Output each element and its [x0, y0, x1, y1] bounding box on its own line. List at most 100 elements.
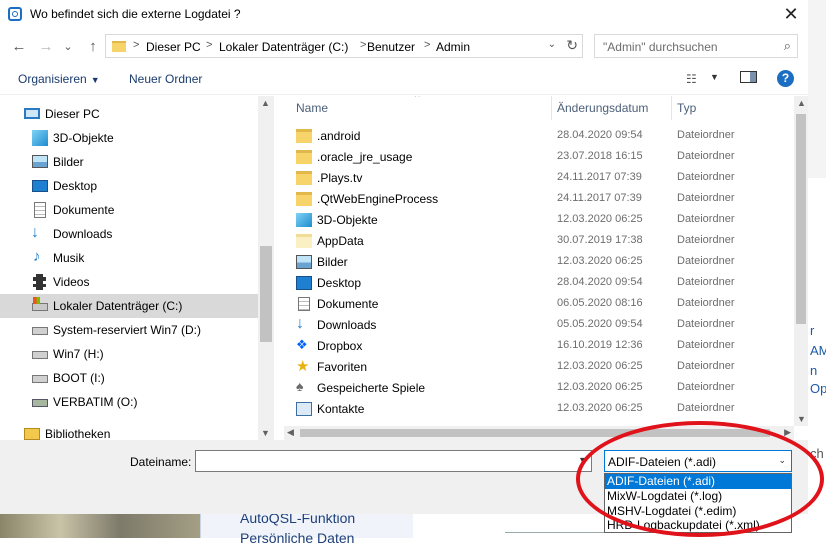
new-folder-button[interactable]: Neuer Ordner: [129, 72, 202, 86]
sidebar-item-downloads[interactable]: ↓ Downloads: [0, 222, 258, 246]
sidebar-item-videos[interactable]: Videos: [0, 270, 258, 294]
file-row[interactable]: Desktop 28.04.2020 09:54 Dateiordner: [284, 273, 794, 294]
file-row[interactable]: Kontakte 12.03.2020 06:25 Dateiordner: [284, 399, 794, 420]
back-button[interactable]: ←: [9, 37, 29, 57]
scroll-thumb[interactable]: [260, 246, 272, 342]
refresh-button[interactable]: ↻: [566, 37, 578, 54]
scroll-thumb[interactable]: [796, 114, 806, 324]
sidebar-item-label: System-reserviert Win7 (D:): [53, 323, 202, 337]
address-bar[interactable]: > Dieser PC > Lokaler Datenträger (C:) >…: [105, 34, 583, 58]
sidebar-item-win7-h[interactable]: Win7 (H:): [0, 342, 258, 366]
file-row[interactable]: .Plays.tv 24.11.2017 07:39 Dateiordner: [284, 168, 794, 189]
sidebar-item-local-disk-c[interactable]: Lokaler Datenträger (C:): [0, 294, 258, 318]
breadcrumb-this-pc[interactable]: Dieser PC: [146, 40, 201, 54]
forward-button[interactable]: →: [36, 37, 56, 57]
navigation-scrollbar[interactable]: ▲ ▼: [258, 96, 274, 440]
sidebar-item-music[interactable]: ♪ Musik: [0, 246, 258, 270]
file-name: .oracle_jre_usage: [317, 150, 413, 164]
sidebar-item-3d-objects[interactable]: 3D-Objekte: [0, 126, 258, 150]
scroll-down-arrow[interactable]: ▼: [797, 414, 806, 424]
background-image: [0, 514, 200, 538]
breadcrumb-admin[interactable]: Admin: [436, 40, 470, 54]
sidebar-item-libraries[interactable]: Bibliotheken: [0, 422, 258, 440]
file-row[interactable]: Dokumente 06.05.2020 08:16 Dateiordner: [284, 294, 794, 315]
file-type: Dateiordner: [677, 213, 735, 225]
column-divider[interactable]: [551, 96, 552, 120]
change-view-button[interactable]: ☷: [686, 72, 697, 86]
sidebar-item-desktop[interactable]: Desktop: [0, 174, 258, 198]
file-row[interactable]: .android 28.04.2020 09:54 Dateiordner: [284, 126, 794, 147]
file-row[interactable]: AppData 30.07.2019 17:38 Dateiordner: [284, 231, 794, 252]
file-date: 24.11.2017 07:39: [557, 192, 642, 204]
column-divider[interactable]: [671, 96, 672, 120]
file-row[interactable]: ❖ Dropbox 16.10.2019 12:36 Dateiordner: [284, 336, 794, 357]
scroll-right-arrow[interactable]: ▶: [784, 427, 791, 438]
file-row[interactable]: 3D-Objekte 12.03.2020 06:25 Dateiordner: [284, 210, 794, 231]
download-icon: ↓: [31, 224, 39, 241]
scroll-up-arrow[interactable]: ▲: [797, 98, 806, 108]
sidebar-item-system-reserved-d[interactable]: System-reserviert Win7 (D:): [0, 318, 258, 342]
address-history-dropdown[interactable]: ⌄: [548, 39, 556, 50]
sidebar-item-documents[interactable]: Dokumente: [0, 198, 258, 222]
scroll-thumb[interactable]: [300, 429, 770, 437]
help-button[interactable]: ?: [777, 70, 794, 87]
file-row[interactable]: ★ Favoriten 12.03.2020 06:25 Dateiordner: [284, 357, 794, 378]
preview-pane-button[interactable]: [740, 71, 757, 83]
file-name: Dropbox: [317, 339, 363, 353]
scroll-left-arrow[interactable]: ◀: [287, 427, 294, 438]
organize-menu-button[interactable]: Organisieren ▼: [18, 72, 100, 86]
background-text: ch: [810, 446, 824, 461]
sidebar-item-this-pc[interactable]: Dieser PC: [0, 102, 258, 126]
drive-icon: [32, 303, 48, 311]
chevron-down-icon: ▼: [90, 75, 100, 85]
sidebar-item-boot-i[interactable]: BOOT (I:): [0, 366, 258, 390]
column-header-type[interactable]: Typ: [677, 101, 696, 115]
file-type-option[interactable]: MSHV-Logdatei (*.edim): [605, 504, 791, 519]
column-header-name[interactable]: Name: [296, 101, 328, 115]
dialog-title: Wo befindet sich die externe Logdatei ?: [30, 7, 241, 21]
file-date: 12.03.2020 06:25: [557, 213, 643, 225]
sidebar-item-label: 3D-Objekte: [53, 131, 114, 145]
file-row[interactable]: .oracle_jre_usage 23.07.2018 16:15 Datei…: [284, 147, 794, 168]
file-list-horizontal-scrollbar[interactable]: ◀ ▶: [284, 426, 794, 440]
file-row[interactable]: .QtWebEngineProcess 24.11.2017 07:39 Dat…: [284, 189, 794, 210]
usb-drive-icon: [32, 399, 48, 407]
chevron-down-icon[interactable]: ▼: [578, 455, 587, 465]
up-button[interactable]: ↑: [83, 37, 103, 57]
breadcrumb-users[interactable]: Benutzer: [367, 40, 415, 54]
file-date: 28.04.2020 09:54: [557, 276, 643, 288]
file-date: 30.07.2019 17:38: [557, 234, 643, 246]
folder-icon: [296, 192, 312, 206]
sidebar-item-verbatim-o[interactable]: VERBATIM (O:): [0, 390, 258, 414]
recent-locations-dropdown[interactable]: ⌄: [58, 37, 78, 57]
file-row[interactable]: Bilder 12.03.2020 06:25 Dateiordner: [284, 252, 794, 273]
file-date: 12.03.2020 06:25: [557, 255, 643, 267]
file-type-option[interactable]: MixW-Logdatei (*.log): [605, 489, 791, 504]
navigation-pane: Dieser PC 3D-Objekte Bilder Desktop Doku…: [0, 96, 274, 440]
music-icon: ♪: [33, 248, 41, 265]
file-date: 16.10.2019 12:36: [557, 339, 643, 351]
column-header-date[interactable]: Änderungsdatum: [557, 101, 648, 115]
search-input[interactable]: "Admin" durchsuchen ⌕: [594, 34, 798, 58]
file-date: 12.03.2020 06:25: [557, 360, 643, 372]
close-button[interactable]: ✕: [778, 2, 804, 26]
scroll-up-arrow[interactable]: ▲: [261, 98, 270, 108]
sidebar-item-label: Bilder: [53, 155, 84, 169]
filename-label: Dateiname:: [130, 455, 192, 469]
file-type-select[interactable]: ADIF-Dateien (*.adi) ⌄: [604, 450, 792, 472]
file-type-option[interactable]: ADIF-Dateien (*.adi): [605, 474, 791, 489]
filename-input[interactable]: ▼: [195, 450, 592, 472]
contacts-icon: [296, 402, 312, 416]
scroll-down-arrow[interactable]: ▼: [261, 428, 270, 438]
file-row[interactable]: ↓ Downloads 05.05.2020 09:54 Dateiordner: [284, 315, 794, 336]
file-row[interactable]: ♠ Gespeicherte Spiele 12.03.2020 06:25 D…: [284, 378, 794, 399]
pictures-icon: [296, 255, 312, 269]
breadcrumb-local-disk[interactable]: Lokaler Datenträger (C:): [219, 40, 348, 54]
file-list-vertical-scrollbar[interactable]: ▲ ▼: [794, 96, 808, 426]
sidebar-item-pictures[interactable]: Bilder: [0, 150, 258, 174]
desktop-icon: [32, 180, 48, 192]
chevron-down-icon[interactable]: ▼: [710, 72, 719, 82]
file-type-option[interactable]: HRD-Logbackupdatei (*.xml): [605, 518, 791, 533]
desktop-icon: [296, 276, 312, 290]
file-type: Dateiordner: [677, 129, 735, 141]
